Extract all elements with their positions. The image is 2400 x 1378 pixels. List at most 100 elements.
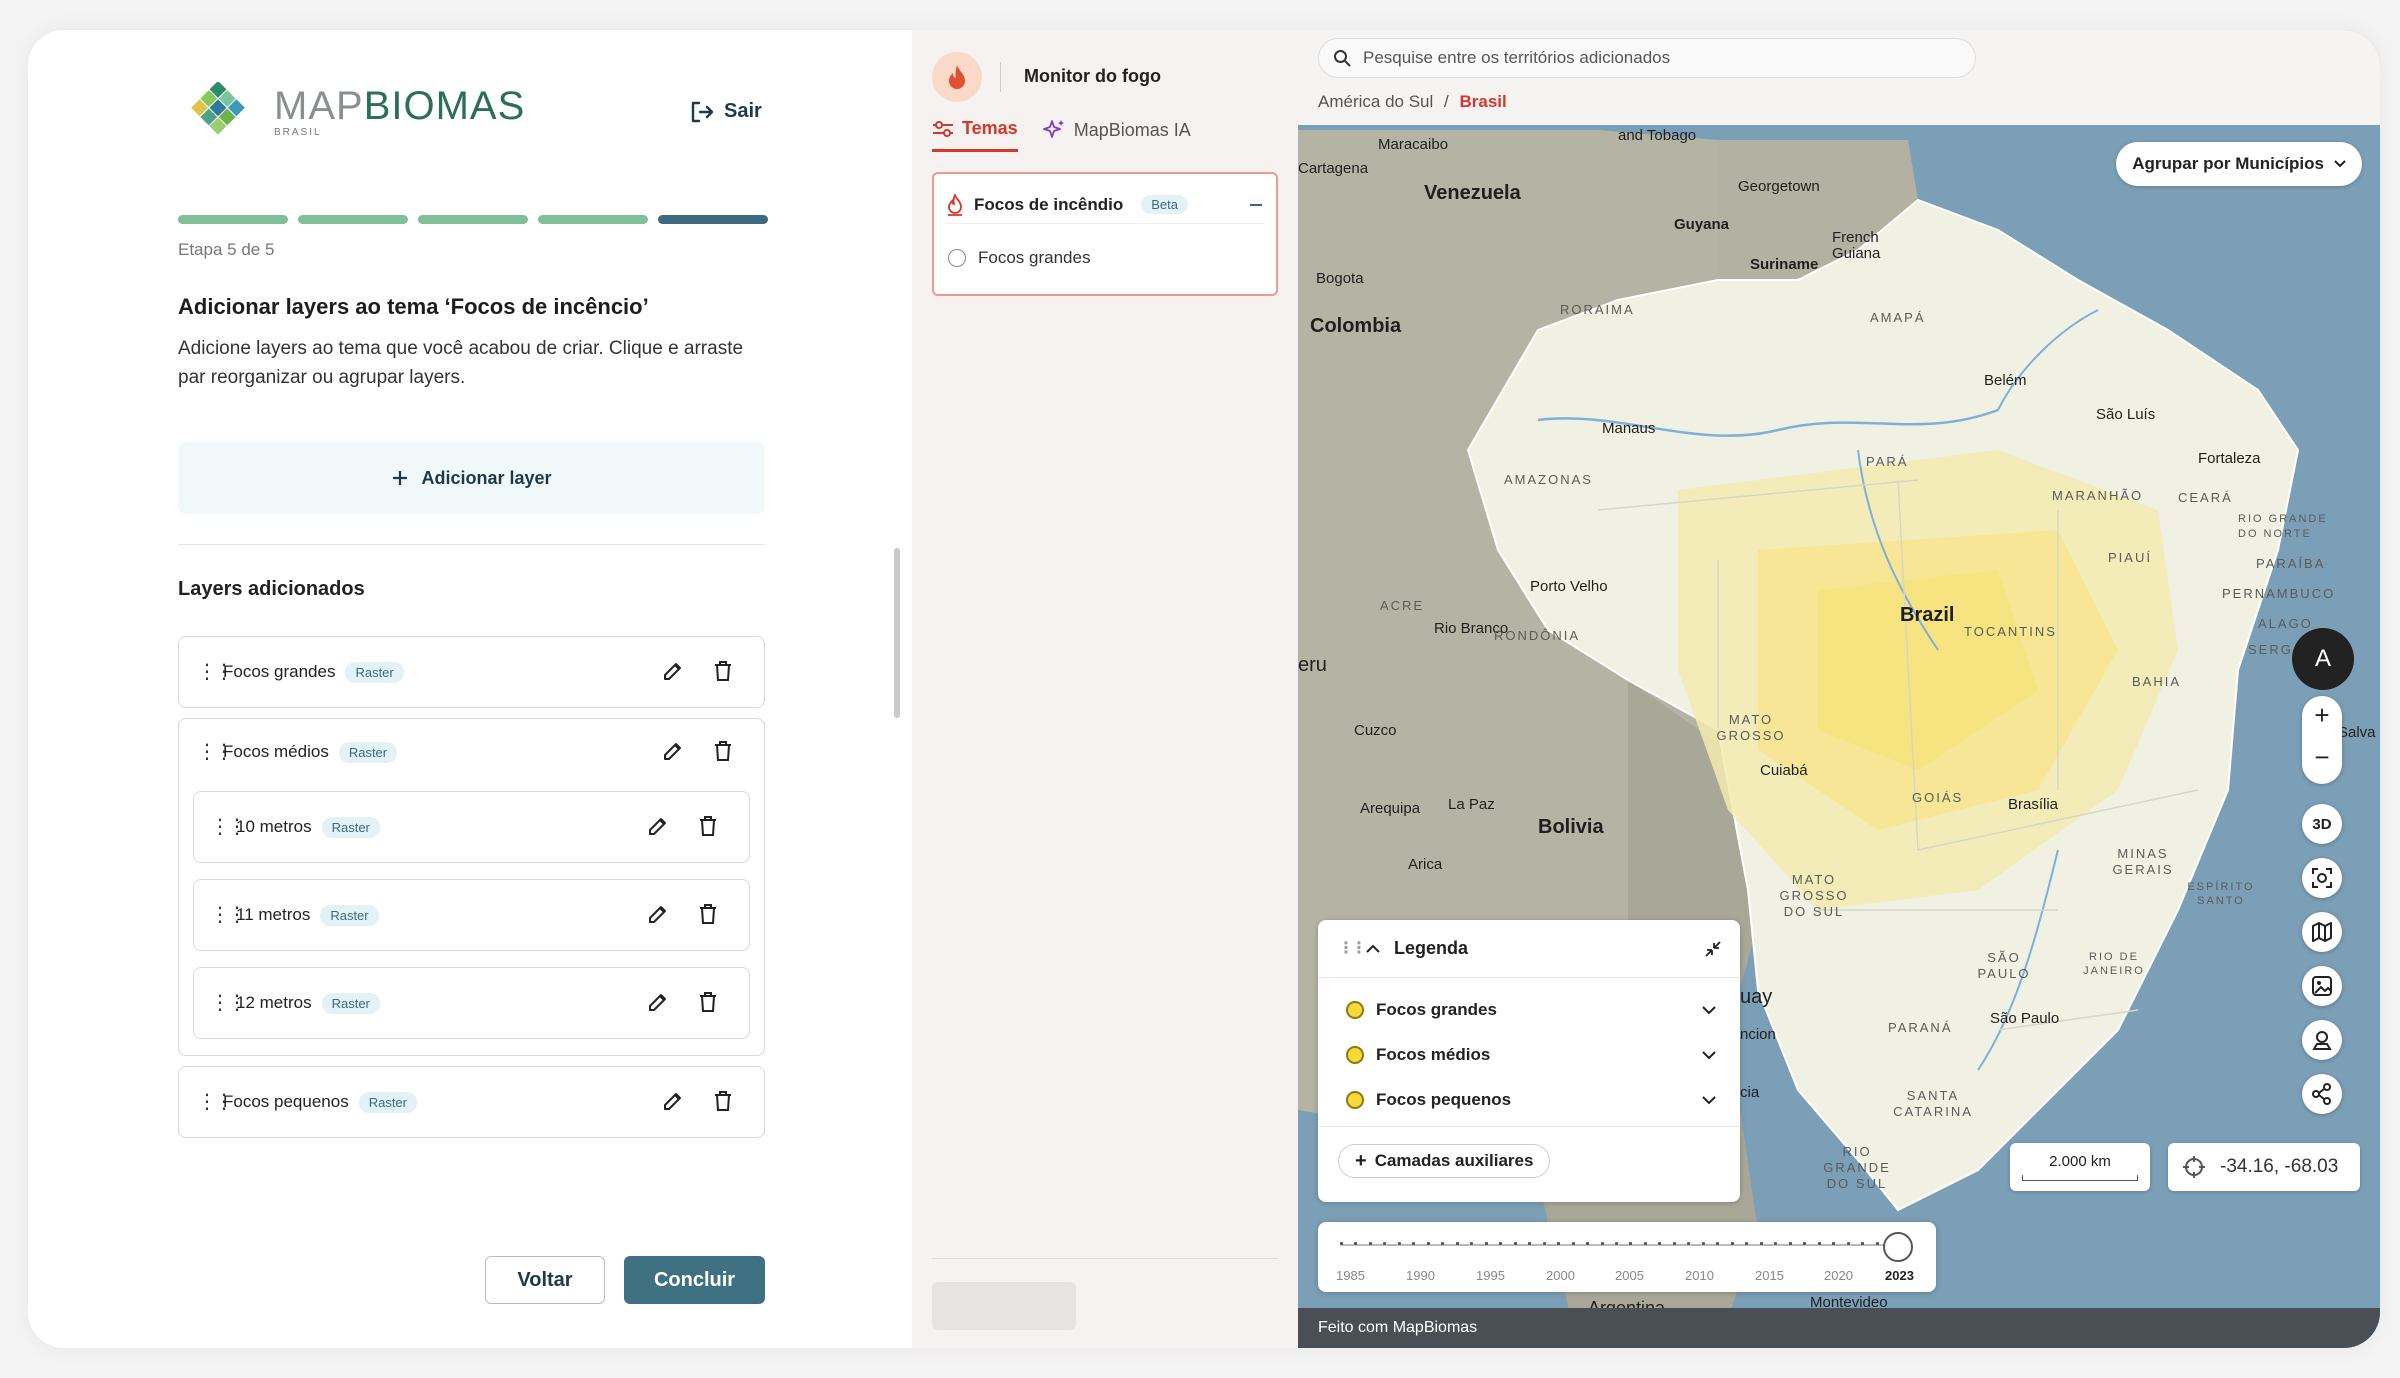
trash-icon[interactable] <box>711 739 735 763</box>
year-timeline[interactable]: 1985 1990 1995 2000 2005 2010 2015 2020 … <box>1318 1222 1936 1292</box>
crosshair-icon[interactable] <box>2182 1155 2206 1179</box>
map-label-city: Salva <box>2338 724 2376 741</box>
drag-handle-icon[interactable]: ⋮⋮ <box>197 662 234 682</box>
timeline-year[interactable]: 2000 <box>1546 1268 1575 1283</box>
edit-icon[interactable] <box>661 1089 685 1113</box>
timeline-track[interactable] <box>1340 1244 1912 1246</box>
timeline-year[interactable]: 2020 <box>1824 1268 1853 1283</box>
timeline-year[interactable]: 2010 <box>1685 1268 1714 1283</box>
edit-icon[interactable] <box>646 814 670 838</box>
map-label-state: GOIÁS <box>1912 790 1964 805</box>
timeline-year[interactable]: 1995 <box>1476 1268 1505 1283</box>
drag-handle-icon[interactable]: ⋮⋮ <box>1338 940 1367 956</box>
image-export-button[interactable] <box>2302 966 2342 1006</box>
legend-item[interactable]: Focos médios <box>1346 1045 1716 1065</box>
finish-button[interactable]: Concluir <box>624 1256 765 1304</box>
zoom-out-button[interactable]: − <box>2302 742 2342 773</box>
layer-group-card[interactable]: ⋮⋮ Focos médios Raster ⋮⋮ 10 metros Rast… <box>178 718 765 1056</box>
map-view[interactable]: Venezuela Colombia Guyana Suriname Frenc… <box>1298 30 2380 1348</box>
timeline-handle[interactable] <box>1883 1232 1913 1262</box>
chevron-down-icon[interactable] <box>1702 1050 1716 1060</box>
focus-button[interactable] <box>2302 858 2342 898</box>
edit-icon[interactable] <box>646 990 670 1014</box>
divider <box>1318 1126 1740 1127</box>
timeline-year[interactable]: 2005 <box>1615 1268 1644 1283</box>
back-button[interactable]: Voltar <box>485 1256 605 1304</box>
added-layers-heading: Layers adicionados <box>178 578 365 600</box>
location-button[interactable] <box>2302 1020 2342 1060</box>
sublayer-card[interactable]: ⋮⋮ 12 metros Raster <box>193 967 750 1039</box>
chevron-down-icon[interactable] <box>1702 1005 1716 1015</box>
progress-step-5 <box>658 215 768 224</box>
sublayer-card[interactable]: ⋮⋮ 11 metros Raster <box>193 879 750 951</box>
timeline-year[interactable]: 1985 <box>1336 1268 1365 1283</box>
basemap-button[interactable] <box>2302 912 2342 952</box>
map-label-city: Cuzco <box>1354 722 1397 739</box>
breadcrumb-parent[interactable]: América do Sul <box>1318 92 1433 111</box>
collapse-icon[interactable] <box>1248 197 1264 213</box>
layer-card[interactable]: ⋮⋮ Focos pequenos Raster <box>178 1066 765 1138</box>
timeline-tick <box>1861 1242 1865 1245</box>
progress-step-4 <box>538 215 648 224</box>
timeline-tick <box>1557 1242 1561 1245</box>
auxiliary-layers-button[interactable]: + Camadas auxiliares <box>1338 1144 1551 1178</box>
chevron-up-icon[interactable] <box>1366 944 1380 954</box>
map-label-city: Manaus <box>1602 420 1656 437</box>
sublayer-card[interactable]: ⋮⋮ 10 metros Raster <box>193 791 750 863</box>
map-label-country: French Guiana <box>1832 229 1881 262</box>
divider <box>178 544 765 545</box>
map-label-country: Colombia <box>1310 315 1402 337</box>
step-progress <box>178 215 768 224</box>
search-input[interactable]: Pesquise entre os territórios adicionado… <box>1318 38 1976 78</box>
drag-handle-icon[interactable]: ⋮⋮ <box>197 742 234 762</box>
timeline-tick <box>1759 1242 1763 1245</box>
logout-label: Sair <box>724 100 762 122</box>
scrollbar[interactable] <box>894 548 900 718</box>
theme-layer-option[interactable]: Focos grandes <box>948 248 1090 268</box>
timeline-year[interactable]: 2015 <box>1755 1268 1784 1283</box>
theme-card[interactable]: Focos de incêndio Beta Focos grandes <box>932 172 1278 296</box>
map-label-state: SANTA CATARINA <box>1893 1088 1973 1119</box>
legend-title: Legenda <box>1394 938 1469 958</box>
drag-handle-icon[interactable]: ⋮⋮ <box>210 905 247 925</box>
add-layer-button[interactable]: Adicionar layer <box>178 442 765 514</box>
zoom-in-button[interactable]: + <box>2302 700 2342 731</box>
layer-type-badge: Raster <box>320 904 379 926</box>
chevron-down-icon[interactable] <box>1702 1095 1716 1105</box>
map-label-state: RIO GRANDE DO NORTE <box>2238 513 2328 540</box>
trash-icon[interactable] <box>711 659 735 683</box>
page-title: Adicionar layers ao tema ‘Focos de incên… <box>178 294 649 319</box>
map-label-city: Cartagena <box>1298 160 1369 177</box>
chevron-down-icon <box>2334 160 2346 168</box>
legend-header[interactable]: ⋮⋮ Legenda <box>1318 920 1740 978</box>
tab-mapbiomas-ia[interactable]: MapBiomas IA <box>1042 118 1191 152</box>
trash-icon[interactable] <box>696 990 720 1014</box>
edit-icon[interactable] <box>661 739 685 763</box>
disabled-button[interactable] <box>932 1282 1076 1330</box>
radio-button[interactable] <box>948 249 966 267</box>
drag-handle-icon[interactable]: ⋮⋮ <box>197 1092 234 1112</box>
timeline-year-selected[interactable]: 2023 <box>1885 1268 1914 1283</box>
timeline-tick <box>1340 1242 1343 1245</box>
drag-handle-icon[interactable]: ⋮⋮ <box>210 817 247 837</box>
compass-button[interactable]: A <box>2292 628 2354 690</box>
legend-item[interactable]: Focos pequenos <box>1346 1090 1716 1110</box>
group-by-dropdown[interactable]: Agrupar por Municípios <box>2116 142 2362 186</box>
trash-icon[interactable] <box>696 902 720 926</box>
layer-card[interactable]: ⋮⋮ Focos grandes Raster <box>178 636 765 708</box>
share-button[interactable] <box>2302 1074 2342 1114</box>
trash-icon[interactable] <box>711 1089 735 1113</box>
edit-icon[interactable] <box>661 659 685 683</box>
legend-item[interactable]: Focos grandes <box>1346 1000 1716 1020</box>
drag-handle-icon[interactable]: ⋮⋮ <box>210 993 247 1013</box>
timeline-tick <box>1484 1242 1488 1245</box>
map-label-city: Fortaleza <box>2198 450 2261 467</box>
map-label-city: Brasília <box>2008 796 2059 813</box>
minimize-icon[interactable] <box>1704 940 1722 958</box>
edit-icon[interactable] <box>646 902 670 926</box>
timeline-year[interactable]: 1990 <box>1406 1268 1435 1283</box>
logout-button[interactable]: Sair <box>690 100 762 123</box>
trash-icon[interactable] <box>696 814 720 838</box>
tab-temas[interactable]: Temas <box>932 118 1018 152</box>
3d-button[interactable]: 3D <box>2302 804 2342 844</box>
